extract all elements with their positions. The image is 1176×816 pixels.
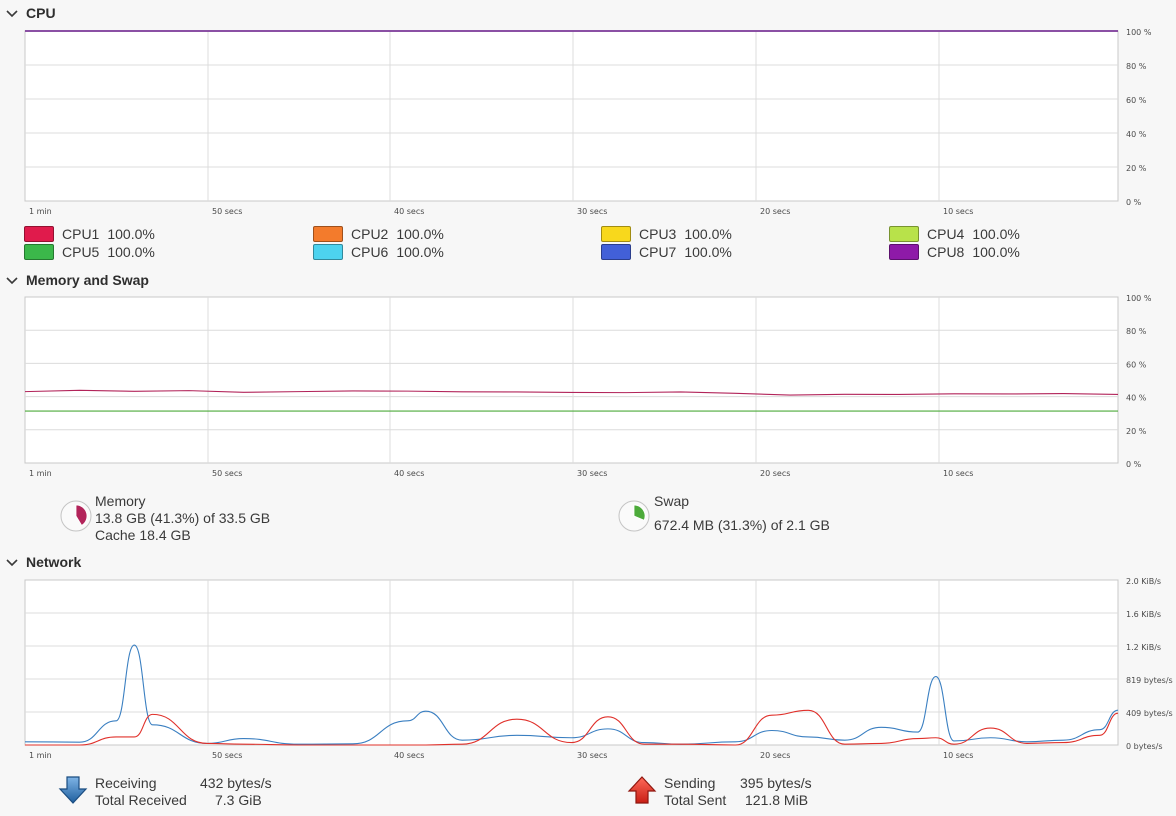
sending-label: Sending [664,775,716,791]
time-tick-label: 20 secs [760,751,790,760]
y-tick-label: 409 bytes/s [1126,709,1173,718]
download-arrow-icon [58,776,88,804]
y-tick-label: 0 bytes/s [1126,742,1163,751]
sending-rate: 395 bytes/s [740,775,812,791]
y-tick-label: 1.2 KiB/s [1126,643,1161,652]
receiving-info: Receiving 432 bytes/s Total Received 7.3 G… [95,775,272,809]
total-received-label: Total Received [95,792,187,808]
sending-info: Sending 395 bytes/s Total Sent 121.8 MiB [664,775,812,809]
time-tick-label: 40 secs [394,751,424,760]
time-tick-label: 30 secs [577,751,607,760]
y-tick-label: 1.6 KiB/s [1126,610,1161,619]
network-history-graph: 2.0 KiB/s 1.6 KiB/s 1.2 KiB/s 819 bytes/s 40… [24,577,1173,760]
total-sent-label: Total Sent [664,792,727,808]
y-tick-label: 819 bytes/s [1126,676,1173,685]
time-tick-label: 1 min [29,751,52,760]
y-tick-label: 2.0 KiB/s [1126,577,1161,586]
total-received: 7.3 GiB [215,792,262,808]
graph-frame [24,579,1119,746]
upload-arrow-icon [627,776,657,804]
time-tick-label: 10 secs [943,751,973,760]
time-tick-label: 50 secs [212,751,242,760]
receiving-rate: 432 bytes/s [200,775,272,791]
total-sent: 121.8 MiB [745,792,809,808]
receiving-label: Receiving [95,775,157,791]
